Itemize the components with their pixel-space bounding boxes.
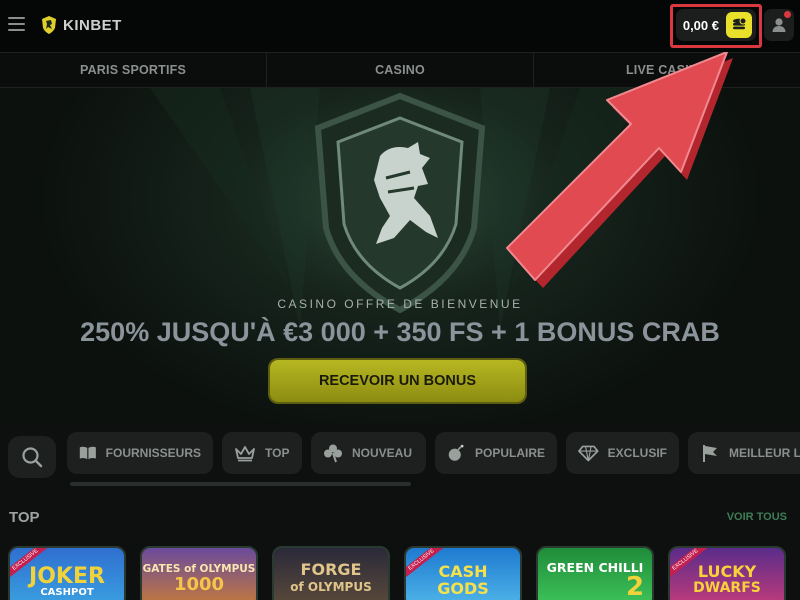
page: KINBET 0,00 € PARIS SPORTIFS CASINO LIVE… — [0, 0, 800, 600]
game-card[interactable]: GATES of OLYMPUS 1000 — [140, 546, 258, 600]
logo[interactable]: KINBET — [40, 14, 122, 36]
game-card[interactable]: EXCLUSIVE LUCKY DWARFS — [668, 546, 786, 600]
see-all-link[interactable]: VOIR TOUS — [727, 511, 787, 523]
search-button[interactable] — [8, 436, 56, 478]
chip-top[interactable]: TOP — [222, 432, 302, 474]
balance-button[interactable]: 0,00 € — [676, 9, 756, 41]
chip-label: TOP — [265, 446, 290, 460]
game-filter-bar: FOURNISSEURS TOP NOUVEAU POPULAIRE EXCLU… — [0, 430, 800, 478]
flag-icon — [703, 445, 717, 462]
diamond-icon — [578, 445, 599, 462]
game-subtitle: of OLYMPUS — [290, 580, 372, 594]
chip-label: EXCLUSIF — [607, 446, 667, 460]
bomb-icon — [448, 444, 464, 461]
chip-label: NOUVEAU — [352, 446, 413, 460]
game-card[interactable]: EXCLUSIVE JOKER CASHPOT — [8, 546, 126, 600]
logo-text: KINBET — [63, 16, 122, 34]
header: KINBET 0,00 € — [0, 0, 800, 52]
pointer-arrow — [506, 52, 733, 288]
game-title: GATES of OLYMPUS — [142, 563, 256, 575]
chip-providers[interactable]: FOURNISSEURS — [67, 432, 213, 474]
notification-dot — [784, 11, 791, 18]
crown-icon — [235, 446, 255, 462]
lion-shield-emblem — [314, 92, 486, 314]
clover-icon — [324, 444, 342, 463]
chip-label: MEILLEUR L — [729, 446, 800, 460]
coins-icon — [733, 17, 747, 30]
get-bonus-button[interactable]: RECEVOIR UN BONUS — [270, 360, 525, 402]
game-title: JOKER — [29, 564, 105, 589]
book-icon — [79, 446, 96, 460]
game-title: FORGE — [300, 560, 362, 579]
section-title: TOP — [9, 509, 40, 526]
game-subtitle: GODS — [437, 579, 489, 598]
deposit-button[interactable] — [726, 12, 752, 38]
game-card[interactable]: EXCLUSIVE CASH GODS — [404, 546, 522, 600]
chip-exclusive[interactable]: EXCLUSIF — [566, 432, 679, 474]
nav-casino[interactable]: CASINO — [267, 53, 534, 87]
lion-shield-icon — [42, 16, 56, 34]
search-icon — [22, 447, 43, 468]
chip-popular[interactable]: POPULAIRE — [435, 432, 557, 474]
game-subtitle: CASHPOT — [40, 587, 94, 598]
game-title: LUCKY — [697, 562, 757, 581]
nav-sports-betting[interactable]: PARIS SPORTIFS — [0, 53, 267, 87]
account-button[interactable] — [764, 9, 794, 41]
game-card[interactable]: FORGE of OLYMPUS — [272, 546, 390, 600]
user-icon — [772, 18, 786, 32]
game-card[interactable]: GREEN CHILLI 2 — [536, 546, 654, 600]
menu-icon[interactable] — [8, 17, 25, 31]
game-subtitle: DWARFS — [693, 580, 761, 596]
balance-amount: 0,00 € — [682, 17, 719, 33]
chip-label: POPULAIRE — [474, 446, 545, 460]
offer-title: 250% JUSQU'À €3 000 + 350 FS + 1 BONUS C… — [80, 317, 720, 347]
chip-best[interactable]: MEILLEUR L — [688, 432, 800, 474]
game-title: CASH — [438, 562, 488, 581]
game-subtitle: 2 — [625, 572, 645, 600]
filter-scrollbar[interactable] — [70, 482, 411, 486]
game-subtitle: 1000 — [173, 574, 225, 595]
chip-new[interactable]: NOUVEAU — [311, 432, 426, 474]
game-list: EXCLUSIVE JOKER CASHPOT GATES of OLYMPUS… — [0, 546, 800, 600]
chip-label: FOURNISSEURS — [105, 446, 201, 460]
